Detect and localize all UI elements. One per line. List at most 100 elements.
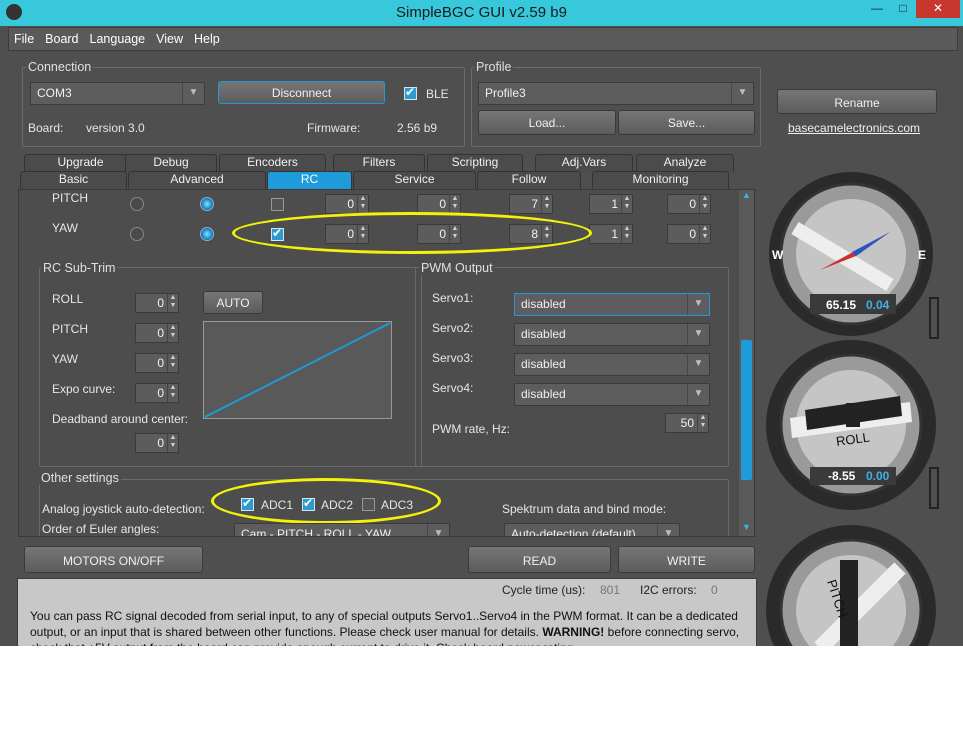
tab-encoders[interactable]: Encoders	[219, 154, 326, 172]
yaw-trim-input[interactable]: 0 ▲ ▼	[135, 353, 179, 373]
spin-arrows-icon[interactable]: ▲ ▼	[621, 225, 632, 243]
basecam-link[interactable]: basecamelectronics.com	[788, 121, 920, 135]
spin-arrows-icon[interactable]: ▲ ▼	[167, 434, 178, 452]
rc-row-label: YAW	[52, 221, 78, 235]
tab-rc[interactable]: RC	[267, 171, 352, 189]
spin-arrows-icon[interactable]: ▲ ▼	[699, 195, 710, 213]
rc-value-input[interactable]: 0 ▲ ▼	[325, 194, 369, 214]
minimize-button[interactable]: —	[864, 0, 890, 18]
servo-3-select[interactable]: disabled ▼	[514, 353, 710, 376]
yaw-side-indicator	[929, 297, 939, 339]
scroll-down-icon[interactable]: ▼	[739, 522, 754, 536]
close-button[interactable]: ✕	[916, 0, 960, 18]
euler-order-label: Order of Euler angles:	[42, 522, 160, 536]
chevron-down-icon: ▼	[687, 354, 709, 375]
pwm-rate-input[interactable]: 50 ▲ ▼	[665, 413, 709, 433]
servo-2-select[interactable]: disabled ▼	[514, 323, 710, 346]
maximize-button[interactable]: □	[890, 0, 916, 18]
motors-toggle-button[interactable]: MOTORS ON/OFF	[24, 546, 203, 573]
expo-input[interactable]: 0 ▲ ▼	[135, 383, 179, 403]
deadband-input[interactable]: 0 ▲ ▼	[135, 433, 179, 453]
ble-checkbox[interactable]	[404, 85, 417, 100]
load-button[interactable]: Load...	[478, 110, 616, 135]
board-label: Board:	[28, 121, 64, 135]
pitch-trim-label: PITCH	[52, 322, 88, 336]
disconnect-button[interactable]: Disconnect	[218, 81, 385, 104]
spin-arrows-icon[interactable]: ▲ ▼	[167, 294, 178, 312]
spin-arrows-icon[interactable]: ▲ ▼	[167, 324, 178, 342]
expo-label: Expo curve:	[52, 382, 116, 396]
spin-arrows-icon[interactable]: ▲ ▼	[699, 225, 710, 243]
rename-button[interactable]: Rename	[777, 89, 937, 114]
tab-analyze[interactable]: Analyze	[636, 154, 734, 172]
tab-follow[interactable]: Follow	[477, 171, 581, 189]
rc-value-input[interactable]: 0 ▲ ▼	[667, 194, 711, 214]
pitch-gauge	[766, 525, 936, 646]
rc-invert-checkbox[interactable]	[271, 198, 284, 211]
save-button[interactable]: Save...	[618, 110, 755, 135]
scroll-thumb[interactable]	[741, 340, 752, 480]
menu-help[interactable]: Help	[189, 28, 226, 46]
yaw-trim-label: YAW	[52, 352, 78, 366]
attitude-gauges: W E 65.15 0.04 ROLL -8.55 0.00 PITCH	[766, 172, 939, 646]
expo-curve-graph	[203, 321, 392, 419]
subtrim-group-label: RC Sub-Trim	[41, 261, 118, 275]
spin-arrows-icon[interactable]: ▲ ▼	[357, 195, 368, 213]
spin-arrows-icon[interactable]: ▲ ▼	[621, 195, 632, 213]
spektrum-label: Spektrum data and bind mode:	[502, 502, 667, 516]
servo-4-select[interactable]: disabled ▼	[514, 383, 710, 406]
profile-select[interactable]: Profile3 ▼	[478, 82, 754, 105]
tab-filters[interactable]: Filters	[333, 154, 425, 172]
spektrum-select[interactable]: Auto-detection (default) ▼	[504, 523, 680, 536]
ble-label: BLE	[426, 87, 449, 101]
servo-label: Servo3:	[432, 351, 474, 365]
port-select[interactable]: COM3 ▼	[30, 82, 205, 105]
cycle-time-label: Cycle time (us):	[502, 583, 586, 597]
roll-gauge	[766, 340, 936, 510]
menu-bar: File Board Language View Help	[8, 27, 958, 51]
rc-value-input[interactable]: 0 ▲ ▼	[667, 224, 711, 244]
rc-source-radio[interactable]	[130, 197, 144, 211]
rc-value-input[interactable]: 1 ▲ ▼	[589, 194, 633, 214]
tab-monitoring[interactable]: Monitoring	[592, 171, 729, 189]
rc-value-input[interactable]: 7 ▲ ▼	[509, 194, 553, 214]
chevron-down-icon: ▼	[182, 83, 204, 104]
menu-file[interactable]: File	[9, 28, 40, 46]
rc-source-radio[interactable]	[200, 227, 214, 241]
tab-scripting[interactable]: Scripting	[427, 154, 523, 172]
servo-label: Servo2:	[432, 321, 474, 335]
tab-advanced[interactable]: Advanced	[128, 171, 266, 189]
write-button[interactable]: WRITE	[618, 546, 755, 573]
servo-label: Servo4:	[432, 381, 474, 395]
auto-button[interactable]: AUTO	[203, 291, 263, 314]
connection-group	[22, 67, 465, 147]
spin-arrows-icon[interactable]: ▲ ▼	[167, 384, 178, 402]
tab-service[interactable]: Service	[353, 171, 476, 189]
spin-arrows-icon[interactable]: ▲ ▼	[697, 414, 708, 432]
menu-view[interactable]: View	[151, 28, 189, 46]
rc-value-input[interactable]: 0 ▲ ▼	[417, 194, 461, 214]
spin-arrows-icon[interactable]: ▲ ▼	[449, 195, 460, 213]
tab-basic[interactable]: Basic	[20, 171, 127, 189]
scroll-up-icon[interactable]: ▲	[739, 190, 754, 204]
tab-debug[interactable]: Debug	[125, 154, 217, 172]
panel-scrollbar[interactable]: ▲ ▼	[739, 190, 754, 536]
tab-adjvars[interactable]: Adj.Vars	[535, 154, 633, 172]
spin-arrows-icon[interactable]: ▲ ▼	[541, 195, 552, 213]
tab-upgrade[interactable]: Upgrade	[24, 154, 137, 172]
euler-order-select[interactable]: Cam - PITCH - ROLL - YAW ▼	[234, 523, 450, 536]
app-window: SimpleBGC GUI v2.59 b9 — □ ✕ File Board La…	[0, 0, 963, 646]
chevron-down-icon: ▼	[427, 524, 449, 536]
menu-board[interactable]: Board	[40, 28, 84, 46]
pitch-trim-input[interactable]: 0 ▲ ▼	[135, 323, 179, 343]
yaw-e-label: E	[918, 248, 926, 262]
menu-language[interactable]: Language	[85, 28, 152, 46]
i2c-errors-label: I2C errors:	[640, 583, 697, 597]
read-button[interactable]: READ	[468, 546, 611, 573]
spin-arrows-icon[interactable]: ▲ ▼	[167, 354, 178, 372]
rc-source-radio[interactable]	[130, 227, 144, 241]
roll-trim-input[interactable]: 0 ▲ ▼	[135, 293, 179, 313]
servo-1-select[interactable]: disabled ▼	[514, 293, 710, 316]
rc-value-input[interactable]: 1 ▲ ▼	[589, 224, 633, 244]
rc-source-radio[interactable]	[200, 197, 214, 211]
